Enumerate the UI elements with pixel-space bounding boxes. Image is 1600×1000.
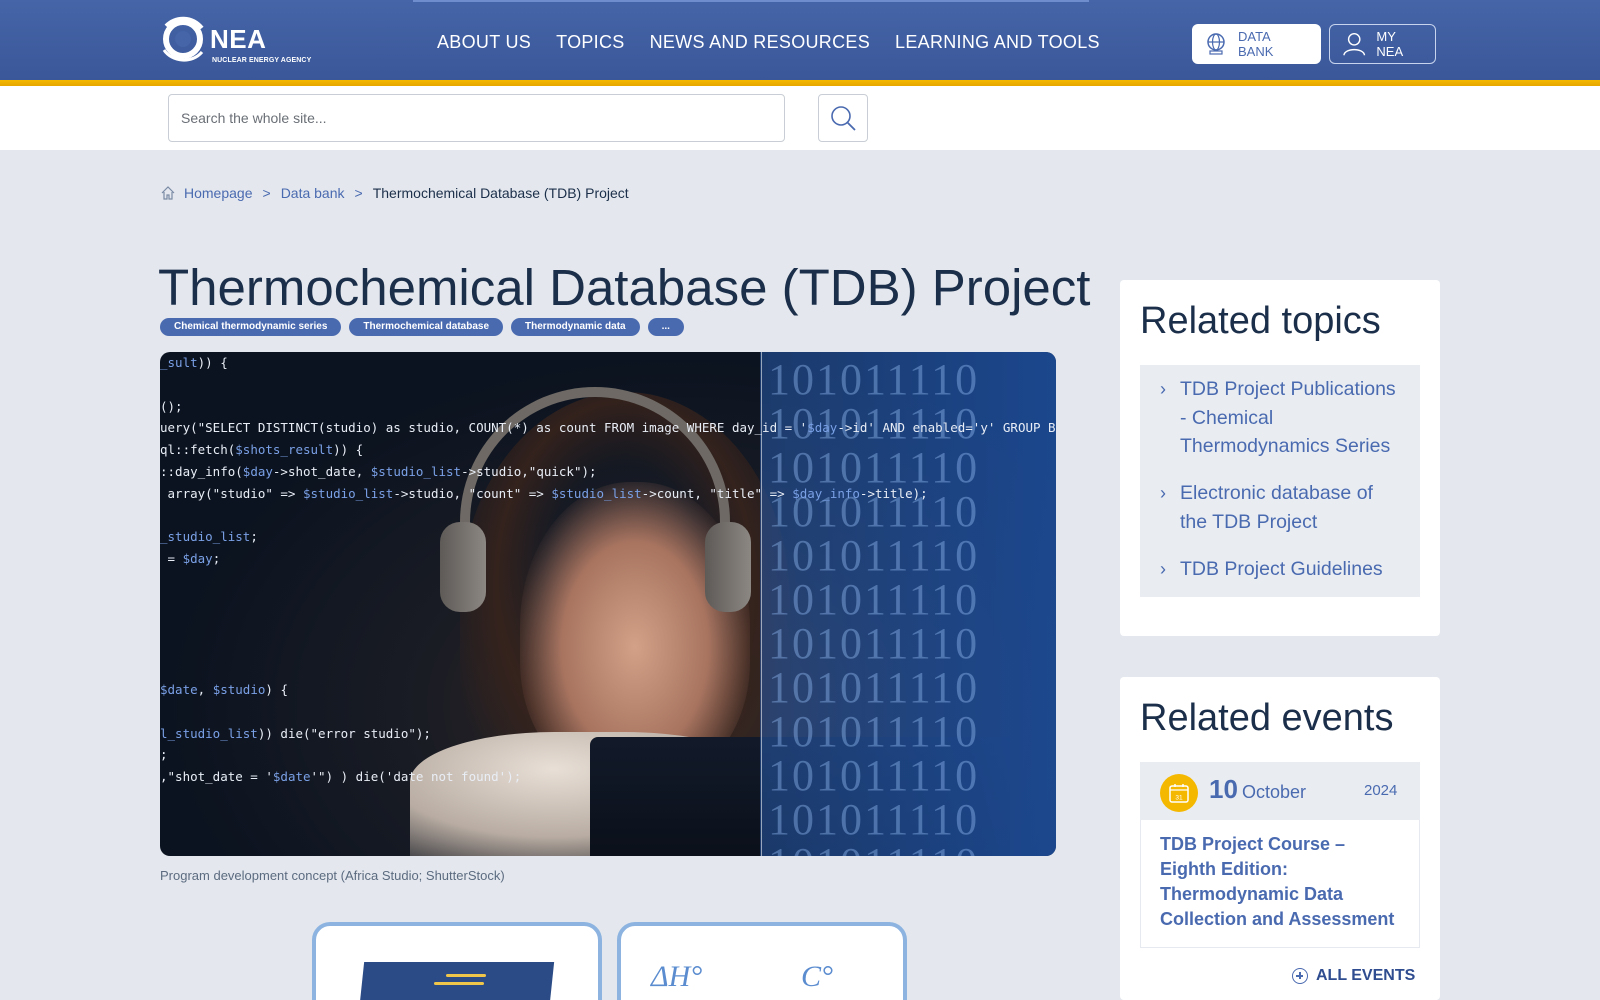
main-navigation: ABOUT US TOPICS NEWS AND RESOURCES LEARN… xyxy=(437,32,1100,53)
search-band xyxy=(0,86,1600,150)
nav-learning-and-tools[interactable]: LEARNING AND TOOLS xyxy=(895,32,1100,53)
nea-logo-icon xyxy=(162,16,204,62)
topic-item-electronic-database[interactable]: › Electronic database of the TDB Project xyxy=(1160,479,1400,536)
user-icon xyxy=(1343,32,1366,56)
breadcrumb: Homepage > Data bank > Thermochemical Da… xyxy=(160,185,629,201)
event-year: 2024 xyxy=(1364,782,1398,799)
related-topics-list: › TDB Project Publications - Chemical Th… xyxy=(1140,365,1420,597)
database-card[interactable]: ΔH° C° xyxy=(617,922,907,1000)
breadcrumb-separator: > xyxy=(354,185,363,201)
event-day: 10 xyxy=(1209,774,1238,804)
image-caption: Program development concept (Africa Stud… xyxy=(160,868,505,883)
data-bank-label: DATA BANK xyxy=(1237,29,1274,59)
tag-list: Chemical thermodynamic series Thermochem… xyxy=(160,318,684,336)
tag-chemical-thermodynamic-series[interactable]: Chemical thermodynamic series xyxy=(160,318,342,336)
related-topics-title: Related topics xyxy=(1140,300,1381,342)
enthalpy-formula-icon: ΔH° xyxy=(651,960,703,993)
nav-about-us[interactable]: ABOUT US xyxy=(437,32,531,53)
breadcrumb-current: Thermochemical Database (TDB) Project xyxy=(372,185,629,201)
nav-topics[interactable]: TOPICS xyxy=(556,32,624,53)
hero-image: 101011110 101011110 101011110 101011110 … xyxy=(160,352,1056,856)
tag-thermochemical-database[interactable]: Thermochemical database xyxy=(349,318,504,336)
related-events-panel: Related events 31 10 October 2024 TDB Pr… xyxy=(1120,677,1440,1000)
globe-icon xyxy=(1207,33,1225,55)
nea-logo[interactable]: NEA NUCLEAR ENERGY AGENCY xyxy=(158,14,318,66)
svg-text:31: 31 xyxy=(1175,795,1183,802)
chevron-right-icon: › xyxy=(1160,483,1166,503)
breadcrumb-data-bank[interactable]: Data bank xyxy=(281,185,345,201)
event-title-link[interactable]: TDB Project Course – Eighth Edition: The… xyxy=(1160,832,1400,932)
event-month: October xyxy=(1242,782,1307,802)
tag-more[interactable]: ... xyxy=(647,318,684,336)
my-nea-button[interactable]: MY NEA xyxy=(1329,24,1436,64)
topic-item-publications[interactable]: › TDB Project Publications - Chemical Th… xyxy=(1160,375,1400,461)
chevron-right-icon: › xyxy=(1160,559,1166,579)
topic-item-guidelines[interactable]: › TDB Project Guidelines xyxy=(1160,555,1400,584)
nav-news-and-resources[interactable]: NEWS AND RESOURCES xyxy=(650,32,870,53)
logo-text: NEA xyxy=(210,24,267,54)
site-search-input[interactable] xyxy=(168,94,785,142)
data-bank-button[interactable]: DATA BANK xyxy=(1192,24,1321,64)
breadcrumb-homepage[interactable]: Homepage xyxy=(184,185,253,201)
all-events-label: ALL EVENTS xyxy=(1316,967,1416,984)
chevron-right-icon: › xyxy=(1160,379,1166,399)
related-events-title: Related events xyxy=(1140,697,1394,739)
page-title: Thermochemical Database (TDB) Project xyxy=(158,259,1091,316)
heat-capacity-formula-icon: C° xyxy=(801,960,834,993)
logo-subtitle: NUCLEAR ENERGY AGENCY xyxy=(212,57,312,64)
all-events-link[interactable]: ALL EVENTS xyxy=(1292,967,1415,985)
search-icon xyxy=(831,106,856,131)
top-navigation-bar: NEA NUCLEAR ENERGY AGENCY ABOUT US TOPIC… xyxy=(0,0,1600,80)
my-nea-label: MY NEA xyxy=(1376,29,1404,59)
event-date-header: 31 10 October 2024 xyxy=(1140,762,1420,820)
plus-circle-icon xyxy=(1292,968,1308,984)
related-topics-panel: Related topics › TDB Project Publication… xyxy=(1120,280,1440,636)
tag-thermodynamic-data[interactable]: Thermodynamic data xyxy=(511,318,640,336)
book-icon xyxy=(357,962,555,1000)
home-icon[interactable] xyxy=(160,185,176,201)
event-card: TDB Project Course – Eighth Edition: The… xyxy=(1140,820,1420,948)
publication-card[interactable] xyxy=(312,922,602,1000)
search-button[interactable] xyxy=(818,94,868,142)
breadcrumb-separator: > xyxy=(262,185,271,201)
calendar-icon: 31 xyxy=(1160,774,1198,812)
